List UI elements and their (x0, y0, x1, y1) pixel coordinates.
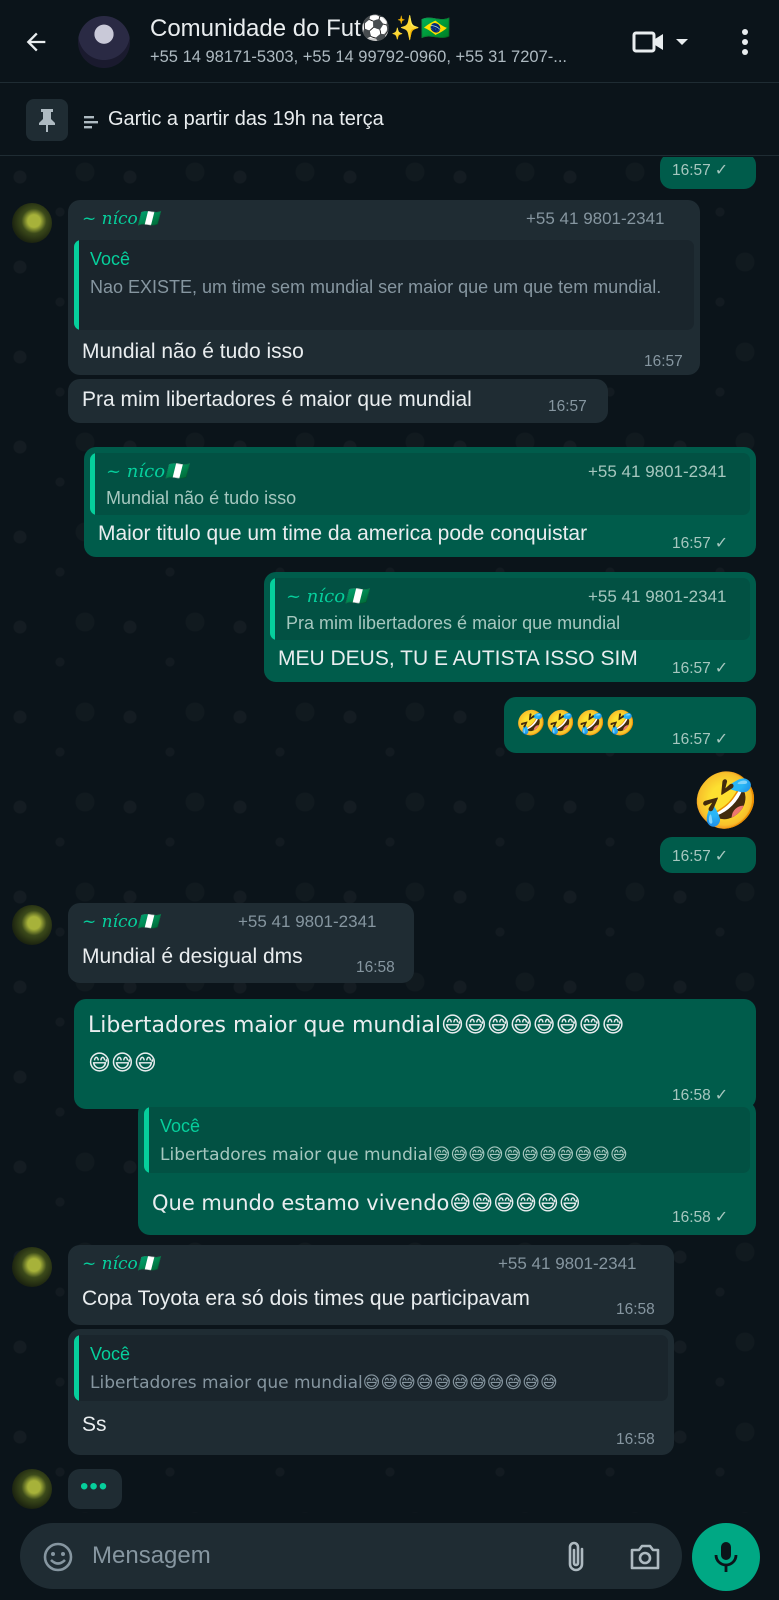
quote-phone: +55 41 9801-2341 (588, 587, 727, 606)
message-text: Mundial é desigual dms (82, 945, 303, 968)
check-icon: ✓ (714, 1209, 729, 1226)
message-bubble[interactable]: Você Libertadores maior que mundial😅😅😅😅😅… (138, 1101, 756, 1235)
sender-phone: +55 41 9801-2341 (498, 1254, 637, 1273)
pinned-message-bar[interactable]: Gartic a partir das 19h na terça (0, 82, 779, 156)
message-text: Que mundo estamo vivendo😅😅😅😅😅😅 (152, 1191, 581, 1215)
more-options-button[interactable] (730, 22, 760, 62)
quoted-message[interactable]: ~ níco🇳🇬 +55 41 9801-2341 Pra mim libert… (270, 578, 750, 640)
quoted-message[interactable]: Você Libertadores maior que mundial😅😅😅😅😅… (74, 1335, 668, 1401)
message-time: 16:58 ✓ (672, 1209, 729, 1226)
message-time: 16:57 ✓ (672, 660, 729, 677)
sender-phone: +55 41 9801-2341 (238, 912, 377, 931)
message-text: Libertadores maior que mundial😅😅😅😅😅😅😅😅 (88, 1013, 625, 1038)
message-bubble[interactable]: ~ níco🇳🇬 +55 41 9801-2341 Pra mim libert… (264, 572, 756, 682)
message-bubble[interactable]: ~ níco🇳🇬 +55 41 9801-2341 Copa Toyota er… (68, 1245, 674, 1325)
video-call-icon (632, 31, 663, 53)
camera-icon[interactable] (628, 1541, 662, 1573)
quote-author: ~ níco🇳🇬 (286, 586, 368, 607)
message-bubble[interactable]: ~ níco🇳🇬 +55 41 9801-2341 Mundial é desi… (68, 903, 414, 983)
typing-dots: ••• (80, 1473, 109, 1500)
message-text: Maior titulo que um time da america pode… (98, 522, 588, 545)
check-icon: ✓ (714, 162, 729, 179)
sender-name[interactable]: ~ níco🇳🇬 (82, 1254, 159, 1274)
message-bubble[interactable]: Libertadores maior que mundial😅😅😅😅😅😅😅😅 😅… (74, 999, 756, 1109)
message-bubble[interactable]: Pra mim libertadores é maior que mundial… (68, 379, 608, 423)
message-time: 16:57 ✓ (672, 535, 729, 552)
text-lines-icon (84, 116, 98, 129)
message-time: 16:57 ✓ (672, 162, 729, 179)
back-button[interactable] (16, 22, 56, 62)
check-icon: ✓ (714, 535, 729, 552)
typing-indicator: ••• (68, 1469, 122, 1509)
chevron-down-icon (676, 39, 688, 45)
quote-text: Pra mim libertadores é maior que mundial (286, 613, 621, 633)
message-time: 16:58 (356, 959, 395, 976)
quote-author: Você (90, 1344, 131, 1364)
check-icon: ✓ (714, 848, 729, 865)
message-time: 16:58 (616, 1431, 655, 1448)
message-text: Ss (82, 1413, 107, 1436)
more-vert-icon (742, 29, 748, 55)
check-icon: ✓ (714, 731, 729, 748)
message-time: 16:57 (548, 398, 587, 415)
pin-icon (39, 109, 55, 132)
quote-text: Libertadores maior que mundial😅😅😅😅😅😅😅😅😅😅… (90, 1373, 558, 1393)
quote-author: ~ níco🇳🇬 (106, 461, 188, 482)
message-time: 16:58 (616, 1301, 655, 1318)
quoted-message[interactable]: Você Libertadores maior que mundial😅😅😅😅😅… (144, 1107, 750, 1173)
message-time: 16:57 ✓ (672, 731, 729, 748)
check-icon: ✓ (714, 660, 729, 677)
quote-text: Mundial não é tudo isso (106, 488, 297, 508)
message-bubble[interactable]: 16:57 ✓ (660, 837, 756, 873)
message-text: Mundial não é tudo isso (82, 340, 304, 363)
pinned-text: Gartic a partir das 19h na terça (108, 108, 384, 130)
quote-text: Libertadores maior que mundial😅😅😅😅😅😅😅😅😅😅… (160, 1145, 628, 1165)
message-bubble[interactable]: 🤣🤣🤣🤣 16:57 ✓ (504, 697, 756, 753)
message-time: 16:57 ✓ (672, 848, 729, 865)
message-bubble[interactable]: 16:57 ✓ (660, 157, 756, 189)
message-bubble[interactable]: ~ níco🇳🇬 +55 41 9801-2341 Mundial não é … (84, 447, 756, 557)
emoji-message[interactable]: 🤣 (692, 769, 759, 833)
group-title[interactable]: Comunidade do Fut⚽✨🇧🇷 (150, 14, 450, 43)
quote-text: Nao EXISTE, um time sem mundial ser maio… (90, 277, 662, 297)
pin-button[interactable] (26, 99, 68, 141)
chat-area[interactable]: 16:57 ✓ ~ níco🇳🇬 +55 41 9801-2341 Você Na… (0, 157, 779, 1513)
quote-author: Você (90, 249, 131, 269)
avatar[interactable] (12, 1247, 52, 1287)
message-text: Pra mim libertadores é maior que mundial (82, 388, 472, 411)
message-text: Copa Toyota era só dois times que partic… (82, 1287, 530, 1310)
avatar[interactable] (12, 203, 52, 243)
sender-name[interactable]: ~ níco🇳🇬 (82, 912, 159, 932)
group-avatar[interactable] (78, 16, 130, 68)
message-input[interactable]: Mensagem (20, 1523, 682, 1589)
sender-name[interactable]: ~ níco🇳🇬 (82, 209, 159, 229)
back-arrow-icon (26, 32, 46, 52)
sender-phone: +55 41 9801-2341 (526, 209, 665, 228)
message-text: MEU DEUS, TU E AUTISTA ISSO SIM (278, 647, 638, 670)
message-bubble[interactable]: Você Libertadores maior que mundial😅😅😅😅😅… (68, 1329, 674, 1455)
message-bubble[interactable]: ~ níco🇳🇬 +55 41 9801-2341 Você Nao EXIST… (68, 200, 700, 375)
chat-header: Comunidade do Fut⚽✨🇧🇷 +55 14 98171-5303,… (0, 0, 779, 82)
quote-phone: +55 41 9801-2341 (588, 462, 727, 481)
emoji-icon[interactable] (42, 1541, 74, 1573)
attach-icon[interactable] (562, 1540, 590, 1574)
message-time: 16:57 (644, 353, 683, 370)
message-input-placeholder: Mensagem (92, 1542, 211, 1569)
avatar[interactable] (12, 1469, 52, 1509)
mic-button[interactable] (692, 1523, 760, 1591)
quote-author: Você (160, 1116, 201, 1136)
message-text-line2: 😅😅😅 (88, 1051, 157, 1076)
mic-icon (714, 1542, 738, 1572)
message-text: 🤣🤣🤣🤣 (516, 709, 636, 737)
video-call-button[interactable] (632, 26, 696, 58)
avatar[interactable] (12, 905, 52, 945)
composer-bar: Mensagem (0, 1513, 779, 1600)
group-members[interactable]: +55 14 98171-5303, +55 14 99792-0960, +5… (150, 48, 610, 67)
quoted-message[interactable]: ~ níco🇳🇬 +55 41 9801-2341 Mundial não é … (90, 453, 750, 515)
quoted-message[interactable]: Você Nao EXISTE, um time sem mundial ser… (74, 240, 694, 330)
